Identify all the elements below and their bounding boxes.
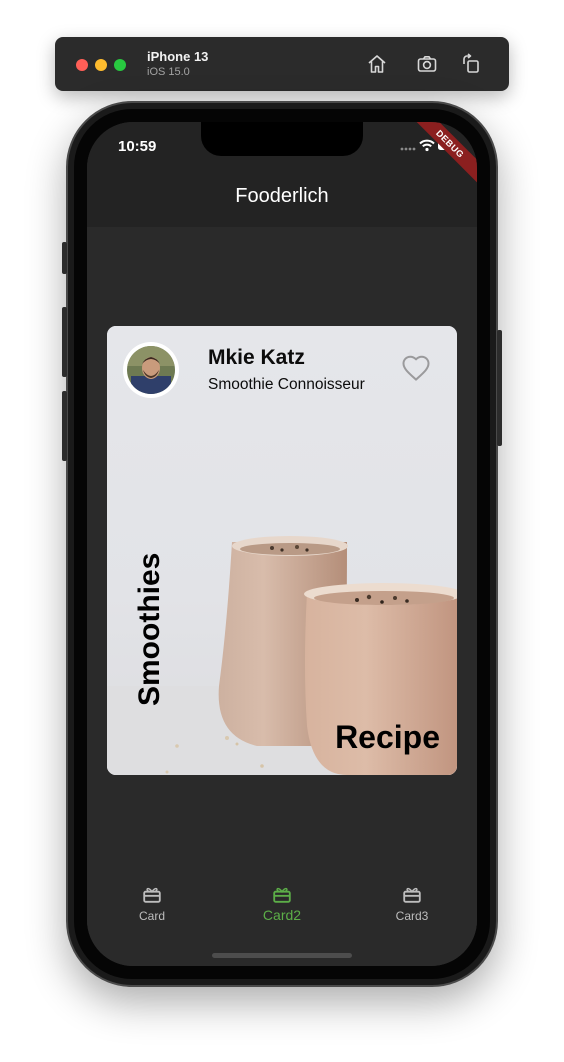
- screenshot-button[interactable]: [415, 52, 439, 76]
- nav-item-card3[interactable]: Card3: [347, 883, 477, 923]
- notch: [201, 122, 363, 156]
- author-name: Mkie Katz: [208, 346, 305, 369]
- mute-switch: [62, 242, 67, 274]
- signal-icon: [400, 147, 416, 151]
- status-time: 10:59: [118, 138, 157, 155]
- avatar: [127, 346, 175, 394]
- rotate-icon: [463, 53, 479, 73]
- recipe-label: Recipe: [335, 719, 440, 755]
- author-avatar[interactable]: [123, 342, 179, 398]
- power-button: [497, 330, 502, 446]
- card-icon: [403, 887, 421, 903]
- app-title: Fooderlich: [235, 185, 329, 207]
- nav-item-card[interactable]: Card: [87, 883, 217, 923]
- card-icon: [143, 887, 161, 903]
- nav-item-card2[interactable]: Card2: [217, 883, 347, 923]
- simulator-window: iPhone 13 iOS 15.0 Fooderlich 10:59 DEBU…: [0, 0, 564, 1062]
- home-button[interactable]: [365, 52, 389, 76]
- wifi-icon: [419, 139, 435, 152]
- nav-label-card2: Card2: [262, 907, 302, 923]
- recipe-card[interactable]: Mkie Katz Smoothie Connoisseur Smoothies…: [107, 326, 457, 775]
- home-indicator[interactable]: [212, 953, 352, 958]
- bottom-navigation-bar: Card Card2 Card3: [87, 871, 477, 966]
- volume-down-button: [62, 391, 67, 461]
- volume-up-button: [62, 307, 67, 377]
- category-title: Smoothies: [133, 552, 166, 706]
- home-icon: [368, 55, 386, 73]
- device-screen: Fooderlich 10:59 DEBUG Mkie Katz Smoothi…: [87, 122, 477, 966]
- device-name: iPhone 13: [147, 49, 209, 64]
- os-version: iOS 15.0: [147, 66, 190, 78]
- zoom-window-button[interactable]: [114, 59, 126, 71]
- nav-label-card: Card: [138, 909, 165, 923]
- minimize-window-button[interactable]: [95, 59, 107, 71]
- rotate-button[interactable]: [459, 52, 483, 76]
- nav-label-card3: Card3: [395, 909, 429, 923]
- close-window-button[interactable]: [76, 59, 88, 71]
- card-icon: [273, 887, 291, 903]
- screenshot-icon: [417, 56, 437, 72]
- author-role: Smoothie Connoisseur: [208, 376, 365, 393]
- heart-outline-icon[interactable]: [401, 354, 431, 384]
- simulator-toolbar: iPhone 13 iOS 15.0: [55, 37, 509, 91]
